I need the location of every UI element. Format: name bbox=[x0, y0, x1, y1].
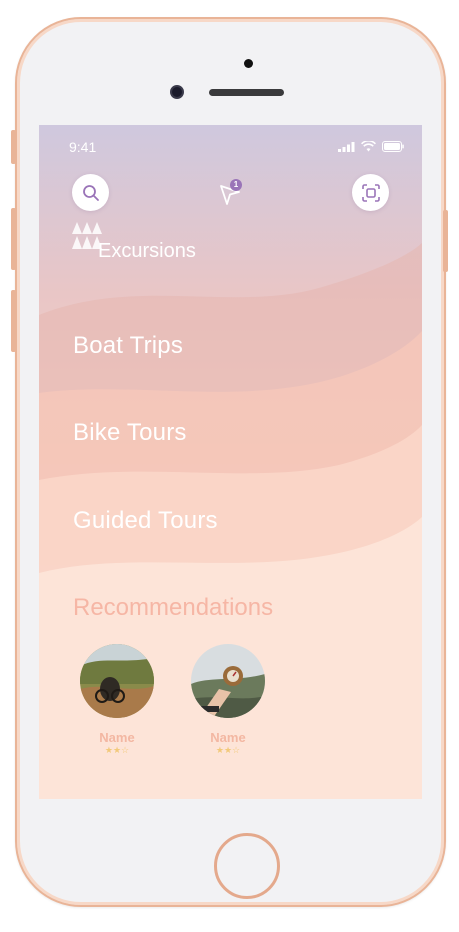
search-button[interactable] bbox=[72, 174, 109, 211]
recommendation-card[interactable]: Name ★★☆ bbox=[77, 644, 157, 756]
recommendation-card[interactable]: Name ★★☆ bbox=[188, 644, 268, 756]
status-icons bbox=[338, 141, 404, 152]
power-button bbox=[443, 210, 448, 272]
recommendation-name: Name bbox=[99, 730, 135, 745]
compass-photo-image bbox=[191, 644, 265, 718]
volume-up-button bbox=[11, 208, 16, 270]
bike-photo-image bbox=[80, 644, 154, 718]
speaker-grille bbox=[209, 89, 284, 96]
category-bike-tours[interactable]: Bike Tours bbox=[73, 419, 187, 447]
volume-down-button bbox=[11, 290, 16, 352]
mute-switch bbox=[11, 130, 16, 164]
notification-badge: 1 bbox=[230, 179, 242, 191]
battery-icon bbox=[382, 141, 404, 152]
recommendations-title: Recommendations bbox=[73, 594, 274, 621]
category-guided-tours[interactable]: Guided Tours bbox=[73, 507, 218, 535]
status-time: 9:41 bbox=[69, 139, 97, 155]
scan-icon bbox=[361, 183, 380, 202]
search-icon bbox=[82, 184, 99, 201]
signal-icon bbox=[338, 141, 355, 152]
category-boat-trips[interactable]: Boat Trips bbox=[73, 332, 183, 360]
camera-icon bbox=[244, 59, 253, 68]
wifi-icon bbox=[361, 141, 376, 152]
recommendation-photo bbox=[80, 644, 154, 718]
app-screen: 9:41 1 Excursions Boat Trips Bike Tours … bbox=[39, 125, 422, 799]
recommendation-name: Name bbox=[210, 730, 246, 745]
rating-stars: ★★☆ bbox=[215, 745, 241, 755]
recommendation-photo bbox=[191, 644, 265, 718]
page-title: Excursions bbox=[98, 240, 196, 262]
scan-button[interactable] bbox=[352, 174, 389, 211]
home-button[interactable] bbox=[214, 833, 280, 899]
rating-stars: ★★☆ bbox=[104, 745, 130, 755]
front-camera-icon bbox=[170, 85, 184, 99]
